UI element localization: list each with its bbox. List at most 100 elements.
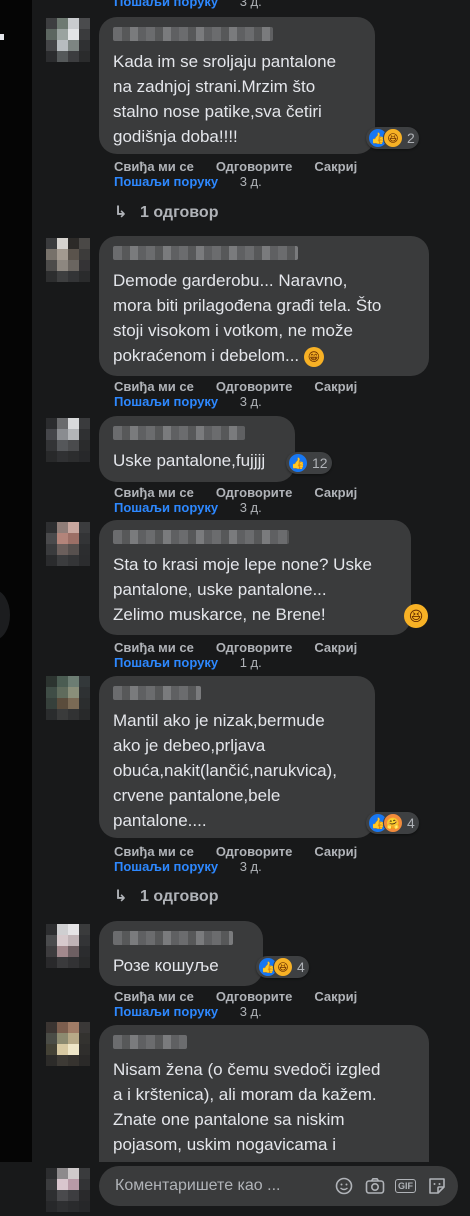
comment-actions: Свиђа ми се Одговорите Сакриј xyxy=(114,989,357,1004)
author-name[interactable] xyxy=(113,530,289,544)
comment-text: Demode garderobu... Naravno, mora biti p… xyxy=(113,271,382,367)
comment-bubble: Nisam žena (o čemu svedoči izgled a i kr… xyxy=(99,1025,429,1185)
comment-actions: Свиђа ми се Одговорите Сакриј xyxy=(114,640,357,655)
reactions-summary[interactable]: 👍 😆 4 xyxy=(256,956,309,978)
reaction-count: 4 xyxy=(297,959,305,975)
grin-emoji-icon: 😁 xyxy=(303,346,324,367)
replies-count: 1 одговор xyxy=(140,888,219,905)
hide-button[interactable]: Сакриј xyxy=(314,844,357,859)
reply-arrow-icon: ↳ xyxy=(114,888,128,905)
send-message-link[interactable]: Пошаљи поруку xyxy=(114,655,218,670)
hide-button[interactable]: Сакриј xyxy=(314,159,357,174)
avatar[interactable] xyxy=(46,418,90,462)
comment-time[interactable]: 1 д. xyxy=(240,655,262,670)
author-name[interactable] xyxy=(113,686,201,700)
send-row: Пошаљи поруку 3 д. xyxy=(114,1004,262,1019)
like-button[interactable]: Свиђа ми се xyxy=(114,989,194,1004)
comment-time[interactable]: 3 д. xyxy=(240,500,262,515)
reply-button[interactable]: Одговорите xyxy=(216,379,293,394)
replies-count: 1 одговор xyxy=(140,204,219,221)
comment-actions: Свиђа ми се Одговорите Сакриј xyxy=(114,485,357,500)
edge-marker xyxy=(0,34,4,40)
avatar[interactable] xyxy=(46,238,90,282)
reply-button[interactable]: Одговорите xyxy=(216,159,293,174)
comment-text: Розе кошуље xyxy=(113,956,219,975)
sticker-icon[interactable] xyxy=(425,1174,448,1198)
author-name[interactable] xyxy=(113,931,233,945)
laugh-emoji-icon: 😆 xyxy=(404,604,428,628)
send-message-link[interactable]: Пошаљи поруку xyxy=(114,174,218,189)
reactions-summary[interactable]: 👍 🤗 4 xyxy=(366,812,419,834)
hide-button[interactable]: Сакриј xyxy=(314,640,357,655)
comment-time[interactable]: 3 д. xyxy=(240,859,262,874)
like-button[interactable]: Свиђа ми се xyxy=(114,379,194,394)
comment-bubble: Розе кошуље xyxy=(99,921,263,986)
like-button[interactable]: Свиђа ми се xyxy=(114,844,194,859)
send-row: Пошаљи поруку 3 д. xyxy=(114,174,262,189)
reply-button[interactable]: Одговорите xyxy=(216,844,293,859)
reaction-count: 2 xyxy=(407,130,415,146)
haha-icon: 😆 xyxy=(273,957,293,977)
partial-send-row: Пошаљи поруку 3 д. xyxy=(114,0,262,9)
reactions-summary[interactable]: 👍 12 xyxy=(286,452,332,474)
comment-text: Sta to krasi moje lepe none? Uske pantal… xyxy=(113,555,372,624)
current-user-avatar xyxy=(46,1168,90,1212)
comment-bubble: Uske pantalone,fujjjj xyxy=(99,416,295,482)
gif-icon[interactable]: GIF xyxy=(394,1174,417,1198)
send-row: Пошаљи поруку 3 д. xyxy=(114,500,262,515)
comment-bubble: Demode garderobu... Naravno, mora biti p… xyxy=(99,236,429,376)
emoji-icon[interactable] xyxy=(332,1174,355,1198)
author-name[interactable] xyxy=(113,1035,187,1049)
comment-bubble: Mantil ako je nizak,bermude ako je debeo… xyxy=(99,676,375,838)
author-name[interactable] xyxy=(113,426,245,440)
camera-icon[interactable] xyxy=(363,1174,386,1198)
reaction-count: 4 xyxy=(407,815,415,831)
hide-button[interactable]: Сакриј xyxy=(314,989,357,1004)
comment-time[interactable]: 3 д. xyxy=(240,1004,262,1019)
comment-input-box: GIF xyxy=(99,1166,458,1206)
comment-time[interactable]: 3 д. xyxy=(240,174,262,189)
view-replies-link[interactable]: ↳ 1 одговор xyxy=(114,202,218,222)
like-button[interactable]: Свиђа ми се xyxy=(114,640,194,655)
reply-arrow-icon: ↳ xyxy=(114,204,128,221)
edge-arc xyxy=(0,590,10,640)
avatar[interactable] xyxy=(46,18,90,62)
avatar[interactable] xyxy=(46,924,90,968)
reactions-summary[interactable]: 👍 😆 2 xyxy=(366,127,419,149)
comment-time[interactable]: 3 д. xyxy=(240,394,262,409)
send-row: Пошаљи поруку 3 д. xyxy=(114,859,262,874)
like-icon: 👍 xyxy=(288,453,308,473)
comment-composer: GIF xyxy=(0,1162,470,1216)
author-name[interactable] xyxy=(113,246,298,260)
comment-actions: Свиђа ми се Одговорите Сакриј xyxy=(114,159,357,174)
comment-bubble: Sta to krasi moje lepe none? Uske pantal… xyxy=(99,520,411,635)
comment-text: Uske pantalone,fujjjj xyxy=(113,451,266,470)
like-button[interactable]: Свиђа ми се xyxy=(114,485,194,500)
send-message-link[interactable]: Пошаљи поруку xyxy=(114,1004,218,1019)
haha-icon: 😆 xyxy=(383,128,403,148)
send-row: Пошаљи поруку 1 д. xyxy=(114,655,262,670)
comment-actions: Свиђа ми се Одговорите Сакриј xyxy=(114,379,357,394)
comment-actions: Свиђа ми се Одговорите Сакриј xyxy=(114,844,357,859)
author-name[interactable] xyxy=(113,27,273,41)
comment-input[interactable] xyxy=(113,1176,324,1196)
send-message-link[interactable]: Пошаљи поруку xyxy=(114,0,218,9)
comment-time[interactable]: 3 д. xyxy=(240,0,262,9)
comment-text: Mantil ako je nizak,bermude ako je debeo… xyxy=(113,711,337,830)
hide-button[interactable]: Сакриј xyxy=(314,485,357,500)
reply-button[interactable]: Одговорите xyxy=(216,485,293,500)
reply-button[interactable]: Одговорите xyxy=(216,989,293,1004)
like-button[interactable]: Свиђа ми се xyxy=(114,159,194,174)
care-icon: 🤗 xyxy=(383,813,403,833)
send-row: Пошаљи поруку 3 д. xyxy=(114,394,262,409)
hide-button[interactable]: Сакриј xyxy=(314,379,357,394)
reply-button[interactable]: Одговорите xyxy=(216,640,293,655)
avatar[interactable] xyxy=(46,522,90,566)
view-replies-link[interactable]: ↳ 1 одговор xyxy=(114,886,218,906)
send-message-link[interactable]: Пошаљи поруку xyxy=(114,500,218,515)
send-message-link[interactable]: Пошаљи поруку xyxy=(114,859,218,874)
send-message-link[interactable]: Пошаљи поруку xyxy=(114,394,218,409)
avatar[interactable] xyxy=(46,1022,90,1066)
avatar[interactable] xyxy=(46,676,90,720)
comment-bubble: Kada im se sroljaju pantalone na zadnjoj… xyxy=(99,17,375,154)
